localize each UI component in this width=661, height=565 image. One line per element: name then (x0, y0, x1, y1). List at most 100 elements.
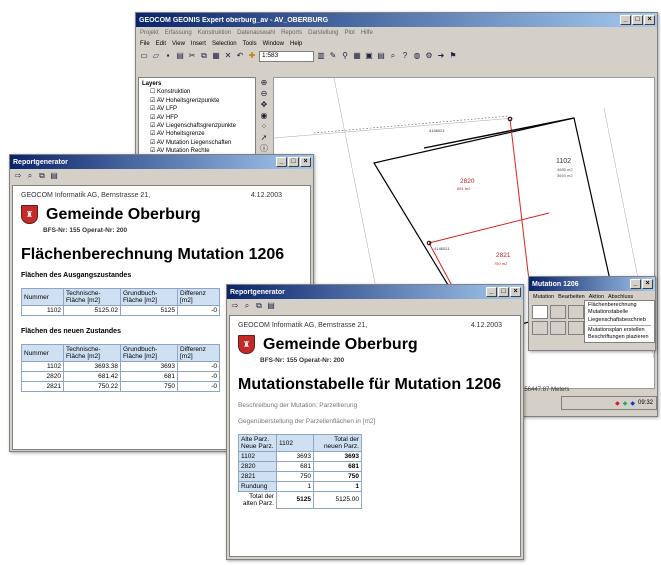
new-icon[interactable]: ▭ (139, 51, 149, 61)
close-icon[interactable]: × (642, 279, 653, 289)
tool-icon[interactable] (568, 321, 584, 335)
menu-view[interactable]: View (172, 41, 185, 47)
scale-box[interactable]: 1:583 (259, 50, 314, 62)
close-icon[interactable]: × (300, 157, 311, 167)
layer-item[interactable]: ☑ AV Hoheitsgrenze (150, 130, 252, 138)
search-icon[interactable]: ⌕ (25, 171, 35, 181)
layer-item[interactable]: ☑ AV LFP (150, 105, 252, 113)
gis-title-bar[interactable]: GEOCOM GEONIS Expert oberburg_av - AV_OB… (136, 13, 657, 27)
close-icon[interactable]: × (510, 287, 521, 297)
export-icon[interactable]: ⇨ (13, 171, 23, 181)
identify-icon[interactable]: ⚲ (340, 51, 350, 61)
export-icon[interactable]: ⇨ (230, 301, 240, 311)
tools-icon[interactable]: ⚙ (424, 51, 434, 61)
menu-aktion[interactable]: Aktion (589, 294, 604, 300)
layer-item[interactable]: ☐ Konstruktion (150, 88, 252, 96)
report1-title-bar[interactable]: Reportgenerator _ □ × (10, 155, 313, 169)
tool-icon[interactable] (532, 321, 548, 335)
mutation-title-bar[interactable]: Mutation 1206 _ × (529, 277, 655, 291)
menu-insert[interactable]: Insert (191, 41, 206, 47)
copy-icon[interactable]: ⧉ (254, 301, 264, 311)
minimize-icon[interactable]: _ (486, 287, 497, 297)
open-mutation-icon[interactable] (550, 305, 566, 319)
tray-icon[interactable]: ◆ (615, 400, 620, 407)
add-data-icon[interactable]: ✚ (247, 51, 257, 61)
menu-datenauswahl[interactable]: Datenauswahl (237, 30, 275, 36)
zoom-out-icon[interactable]: ⊖ (257, 88, 271, 99)
cut-icon[interactable]: ✂ (187, 51, 197, 61)
maximize-icon[interactable]: □ (288, 157, 299, 167)
menu-reports[interactable]: Reports (281, 30, 302, 36)
delete-icon[interactable]: ✕ (223, 51, 233, 61)
menu-item-flaechenberechnung[interactable]: Flächenberechnung (588, 302, 651, 309)
arrow-icon[interactable]: ➜ (436, 51, 446, 61)
layer-item[interactable]: ☑ AV Hoheitsgrenzpunkte (150, 97, 252, 105)
menu-item-mutationsplan[interactable]: Mutationsplan erstellen (588, 327, 651, 334)
print-icon[interactable]: ▤ (266, 301, 276, 311)
save-icon[interactable]: ▪ (163, 51, 173, 61)
grid-icon[interactable]: ▦ (352, 51, 362, 61)
layer-item[interactable]: ☑ AV Mutation Liegenschaften (150, 139, 252, 147)
menu-erfassung[interactable]: Erfassung (165, 30, 192, 36)
maximize-icon[interactable]: □ (632, 15, 643, 25)
fixed-zoom-icon[interactable]: ⁘ (257, 121, 271, 132)
menu-konstruktion[interactable]: Konstruktion (198, 30, 231, 36)
table-icon[interactable]: ▤ (376, 51, 386, 61)
find-icon[interactable]: ⌕ (388, 51, 398, 61)
pan-icon[interactable]: ✥ (257, 99, 271, 110)
menu-darstellung[interactable]: Darstellung (308, 30, 338, 36)
minimize-icon[interactable]: _ (276, 157, 287, 167)
info-icon[interactable]: ⓘ (257, 143, 271, 154)
menu-tools[interactable]: Tools (243, 41, 257, 47)
menu-plot[interactable]: Plot (344, 30, 354, 36)
search-icon[interactable]: ⌕ (242, 301, 252, 311)
menu-selection[interactable]: Selection (212, 41, 237, 47)
menu-window[interactable]: Window (263, 41, 284, 47)
menu-file[interactable]: File (140, 41, 150, 47)
copy-icon[interactable]: ⧉ (37, 171, 47, 181)
layer-item[interactable]: ☑ AV HFP (150, 114, 252, 122)
print-icon[interactable]: ▤ (49, 171, 59, 181)
minimize-icon[interactable]: _ (630, 279, 641, 289)
layer-item[interactable]: ☑ AV Liegenschaftsgrenzpunkte (150, 122, 252, 130)
layers-root[interactable]: Layers (142, 80, 252, 88)
menu-item-liegenschaftsbeschrieb[interactable]: Liegenschaftsbeschrieb (588, 317, 651, 324)
menu-projekt[interactable]: Projekt (140, 30, 159, 36)
menu-hilfe[interactable]: Hilfe (361, 30, 373, 36)
new-mutation-icon[interactable] (532, 305, 548, 319)
tray-icon[interactable]: ◆ (623, 400, 628, 407)
menu-bearbeiten[interactable]: Bearbeiten (558, 294, 585, 300)
menu-edit[interactable]: Edit (156, 41, 166, 47)
chart-icon[interactable]: ▥ (316, 51, 326, 61)
undo-icon[interactable]: ↶ (235, 51, 245, 61)
tool-icon[interactable] (550, 321, 566, 335)
tray-icon[interactable]: ◆ (630, 400, 635, 407)
full-extent-icon[interactable]: ◉ (257, 110, 271, 121)
menu-item-beschriftungen[interactable]: Beschriftungen plazieren (588, 334, 651, 341)
tool-icon[interactable] (568, 305, 584, 319)
menu-help[interactable]: Help (290, 41, 302, 47)
help-icon[interactable]: ? (400, 51, 410, 61)
table-row: 2820 681.42 681 -0 (21, 371, 220, 382)
menu-abschluss[interactable]: Abschluss (608, 294, 633, 300)
cell: 3693 (313, 451, 362, 462)
coat-of-arms-icon: ♜ (238, 335, 255, 354)
flag-icon[interactable]: ⚑ (448, 51, 458, 61)
menu-mutation[interactable]: Mutation (533, 294, 554, 300)
minimize-icon[interactable]: _ (620, 15, 631, 25)
paste-icon[interactable]: ▦ (211, 51, 221, 61)
close-icon[interactable]: × (644, 15, 655, 25)
report2-title-bar[interactable]: Reportgenerator _ □ × (227, 285, 523, 299)
copy-icon[interactable]: ⧉ (199, 51, 209, 61)
editor-icon[interactable]: ✎ (328, 51, 338, 61)
maximize-icon[interactable]: □ (498, 287, 509, 297)
globe-icon[interactable]: ◍ (412, 51, 422, 61)
print-icon[interactable]: ▤ (175, 51, 185, 61)
open-icon[interactable]: ▱ (151, 51, 161, 61)
table-row: 1102 3693.38 3693 -0 (21, 361, 220, 372)
menu-item-mutationstabelle[interactable]: Mutationstabelle (588, 309, 651, 316)
zoom-in-icon[interactable]: ⊕ (257, 77, 271, 88)
select-icon[interactable]: ➚ (257, 132, 271, 143)
layout-icon[interactable]: ▣ (364, 51, 374, 61)
map-label-2821: 2821 (496, 252, 511, 259)
